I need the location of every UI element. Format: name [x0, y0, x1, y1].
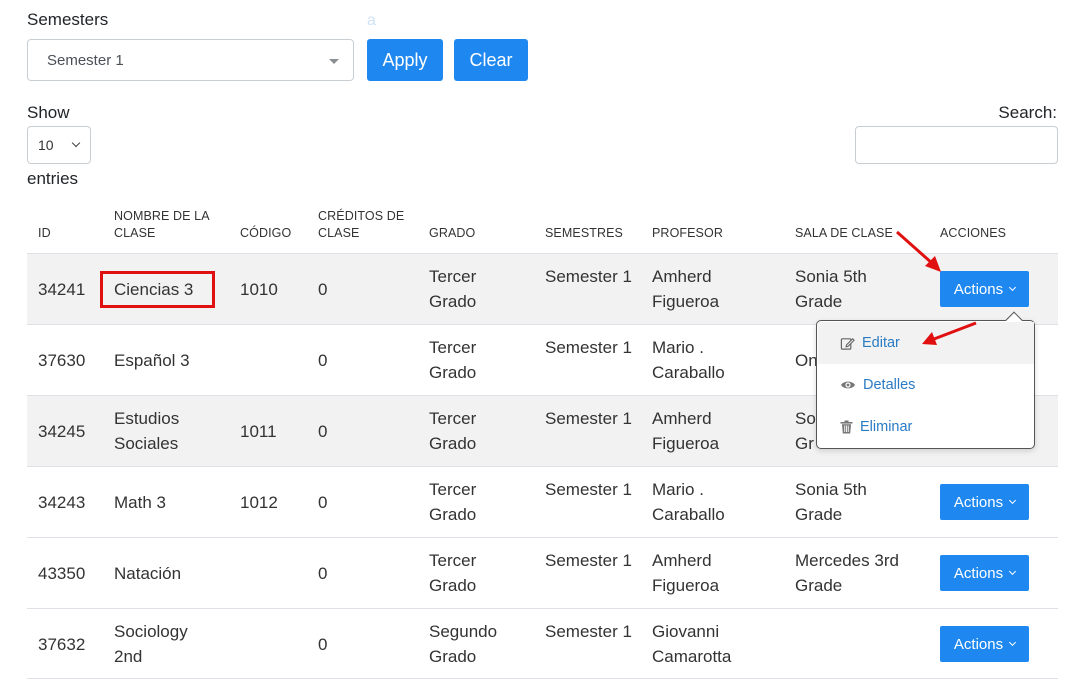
chevron-down-icon	[1009, 496, 1017, 505]
actions-button[interactable]: Actions	[940, 484, 1029, 520]
actions-button-label: Actions	[953, 280, 1004, 298]
header-name[interactable]: NOMBRE DE LA CLASE	[114, 208, 224, 242]
entries-label: entries	[27, 169, 79, 188]
cell-name: Sociology 2nd	[114, 622, 188, 666]
table-row: 43350 Natación 0 Tercer Grado Semester 1…	[27, 537, 1058, 608]
cell-room: Sonia 5th Grade	[795, 267, 867, 311]
cell-id: 34241	[38, 280, 86, 299]
cell-id: 43350	[38, 564, 86, 583]
apply-button[interactable]: Apply	[367, 39, 443, 81]
cell-room: On	[795, 351, 818, 370]
trash-icon	[840, 420, 853, 434]
search-label: Search:	[998, 103, 1057, 122]
cell-teacher: Mario . Caraballo	[652, 338, 725, 382]
menu-item-label: Editar	[862, 335, 900, 351]
cell-teacher: Giovanni Camarotta	[652, 622, 732, 666]
menu-item-eliminar[interactable]: Eliminar	[818, 406, 1034, 448]
chevron-down-icon	[1009, 567, 1017, 576]
cell-teacher: Amherd Figueroa	[652, 409, 720, 453]
caret-down-icon	[329, 59, 339, 64]
cell-credits: 0	[318, 280, 328, 299]
header-id[interactable]: ID	[38, 225, 51, 242]
cell-grade: Tercer Grado	[429, 409, 477, 453]
annotation-arrow-icon	[896, 230, 941, 272]
header-teacher[interactable]: PROFESOR	[652, 225, 723, 242]
cell-room: Mercedes 3rd Grade	[795, 551, 899, 595]
header-credits[interactable]: CRÉDITOS DE CLASE	[318, 208, 413, 242]
entries-length-value: 10	[38, 137, 54, 153]
chevron-down-icon	[71, 138, 81, 148]
cell-code: 1012	[240, 493, 278, 512]
cell-name: Natación	[114, 564, 182, 583]
stray-text: a	[367, 12, 376, 29]
cell-room: Sonia 5th Grade	[795, 480, 867, 524]
menu-item-label: Eliminar	[860, 419, 913, 435]
header-actions: ACCIONES	[940, 226, 1007, 240]
cell-grade: Tercer Grado	[429, 551, 477, 595]
table-row: 34243 Math 3 1012 0 Tercer Grado Semeste…	[27, 466, 1058, 537]
cell-semester: Semester 1	[545, 622, 632, 641]
annotation-arrow-icon	[922, 321, 977, 345]
menu-item-label: Detalles	[863, 377, 916, 393]
cell-id: 34243	[38, 493, 86, 512]
cell-credits: 0	[318, 351, 328, 370]
entries-length-select[interactable]: 10	[27, 126, 91, 164]
clear-button[interactable]: Clear	[454, 39, 528, 81]
cell-grade: Segundo Grado	[429, 622, 498, 666]
chevron-down-icon	[1009, 638, 1017, 647]
cell-code: 1011	[240, 422, 277, 441]
header-room[interactable]: SALA DE CLASE	[795, 225, 893, 242]
cell-credits: 0	[318, 564, 328, 583]
annotation-highlight-box	[100, 271, 215, 308]
header-semesters[interactable]: SEMESTRES	[545, 225, 623, 242]
semesters-label: Semesters	[27, 10, 109, 29]
cell-id: 34245	[38, 422, 86, 441]
actions-button[interactable]: Actions	[940, 626, 1029, 662]
menu-item-detalles[interactable]: Detalles	[818, 364, 1034, 406]
cell-semester: Semester 1	[545, 480, 632, 499]
actions-button-label: Actions	[953, 564, 1004, 582]
cell-name: Estudios Sociales	[114, 409, 180, 453]
cell-credits: 0	[318, 422, 328, 441]
edit-icon	[840, 337, 855, 350]
cell-teacher: Amherd Figueroa	[652, 267, 720, 311]
cell-teacher: Mario . Caraballo	[652, 480, 725, 524]
cell-grade: Tercer Grado	[429, 338, 477, 382]
header-code[interactable]: CÓDIGO	[240, 225, 291, 242]
cell-teacher: Amherd Figueroa	[652, 551, 720, 595]
actions-button-label: Actions	[953, 493, 1004, 511]
actions-button[interactable]: Actions	[940, 555, 1029, 591]
cell-grade: Tercer Grado	[429, 480, 477, 524]
cell-name: Español 3	[114, 351, 190, 370]
cell-name: Math 3	[114, 493, 166, 512]
header-grade[interactable]: GRADO	[429, 225, 475, 242]
cell-grade: Tercer Grado	[429, 267, 477, 311]
actions-button[interactable]: Actions	[940, 271, 1029, 307]
semester-select[interactable]: Semester 1	[27, 39, 354, 81]
search-input[interactable]	[855, 126, 1058, 164]
cell-semester: Semester 1	[545, 267, 632, 286]
cell-id: 37630	[38, 351, 86, 370]
cell-id: 37632	[38, 635, 86, 654]
cell-semester: Semester 1	[545, 551, 632, 570]
semester-select-value: Semester 1	[47, 52, 124, 69]
show-label: Show	[27, 103, 70, 122]
table-row: 37632 Sociology 2nd 0 Segundo Grado Seme…	[27, 608, 1058, 679]
actions-button-label: Actions	[953, 635, 1004, 653]
cell-credits: 0	[318, 635, 328, 654]
eye-icon	[841, 381, 855, 389]
cell-semester: Semester 1	[545, 338, 632, 357]
chevron-down-icon	[1009, 283, 1017, 292]
cell-code: 1010	[240, 280, 278, 299]
cell-semester: Semester 1	[545, 409, 632, 428]
cell-credits: 0	[318, 493, 328, 512]
